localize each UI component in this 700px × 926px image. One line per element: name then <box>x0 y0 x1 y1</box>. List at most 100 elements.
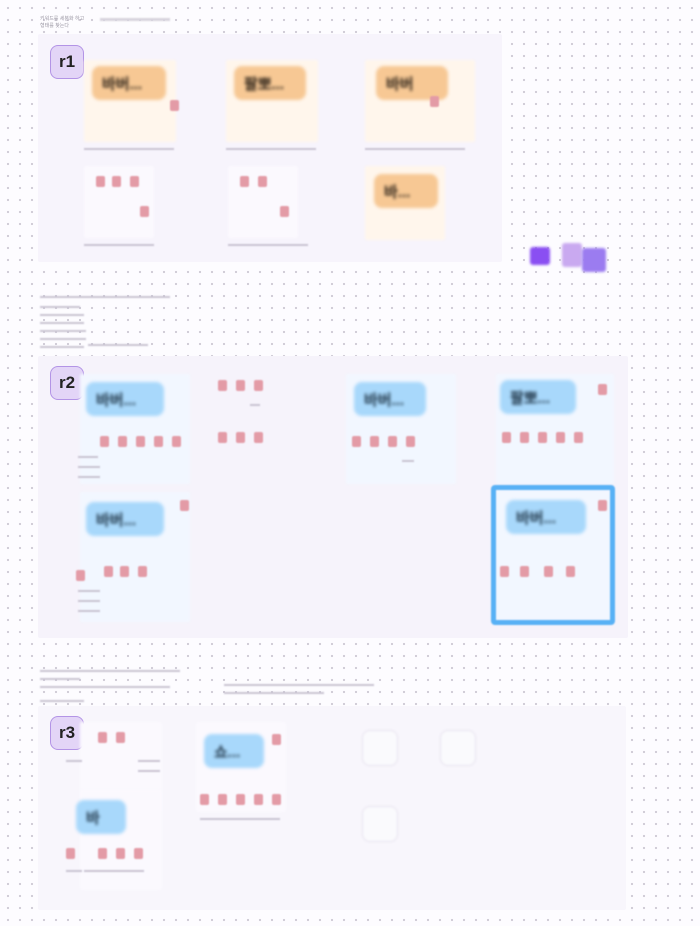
thumbnail <box>236 794 245 805</box>
caption-line <box>66 870 82 872</box>
sticky-note[interactable]: 바 <box>76 800 126 834</box>
caption-line <box>78 610 100 612</box>
header-line-2: 형태를 찾는다 <box>40 23 69 29</box>
sticky-note[interactable]: 쇼... <box>204 734 264 768</box>
thumbnail <box>66 848 75 859</box>
thumbnail <box>76 570 85 581</box>
sticker-image[interactable] <box>562 243 582 267</box>
thumbnail <box>218 432 227 443</box>
thumbnail <box>112 176 121 187</box>
description-line <box>40 306 80 308</box>
thumbnail <box>118 436 127 447</box>
caption-line <box>226 148 316 150</box>
thumbnail <box>254 432 263 443</box>
caption-line <box>78 590 100 592</box>
sticky-note[interactable]: 팔뽀... <box>234 66 306 100</box>
thumbnail <box>254 794 263 805</box>
thumbnail <box>104 566 113 577</box>
thumbnail <box>136 436 145 447</box>
thumbnail <box>272 734 281 745</box>
sticky-note[interactable]: 팔뽀... <box>500 380 576 414</box>
caption-line <box>66 760 82 762</box>
thumbnail <box>254 380 263 391</box>
thumbnail <box>598 500 607 511</box>
thumbnail <box>544 566 553 577</box>
description-line <box>40 338 86 340</box>
thumbnail <box>134 848 143 859</box>
thumbnail <box>370 436 379 447</box>
caption-line <box>84 870 144 872</box>
sticky-note[interactable]: 바버... <box>86 502 164 536</box>
sticker-image[interactable] <box>530 247 550 265</box>
caption-line <box>78 476 100 478</box>
sticker-image[interactable] <box>582 248 606 272</box>
caption-line <box>78 466 100 468</box>
thumbnail <box>154 436 163 447</box>
thumbnail <box>430 96 439 107</box>
thumbnail <box>388 436 397 447</box>
thumbnail <box>96 176 105 187</box>
empty-placeholder[interactable] <box>362 730 398 766</box>
sticky-note[interactable]: 바버 <box>376 66 448 100</box>
description-line <box>40 314 84 316</box>
description-line <box>40 670 180 672</box>
caption-line <box>78 600 100 602</box>
description-line <box>224 684 374 686</box>
caption-line <box>228 244 308 246</box>
thumbnail <box>116 732 125 743</box>
thumbnail <box>240 176 249 187</box>
caption-line <box>138 770 160 772</box>
description-line <box>40 322 84 324</box>
thumbnail <box>236 432 245 443</box>
description-line <box>88 344 148 346</box>
thumbnail <box>502 432 511 443</box>
thumbnail <box>172 436 181 447</box>
header-blur-line <box>100 18 170 21</box>
description-line <box>40 296 170 298</box>
description-line <box>40 700 84 702</box>
description-line <box>40 686 170 688</box>
thumbnail <box>566 566 575 577</box>
selected-frame-highlight[interactable] <box>491 485 615 625</box>
empty-placeholder[interactable] <box>362 806 398 842</box>
thumbnail <box>272 794 281 805</box>
thumbnail <box>180 500 189 511</box>
description-line <box>224 692 324 694</box>
thumbnail <box>140 206 149 217</box>
section-badge-r3[interactable]: r3 <box>50 716 84 750</box>
thumbnail <box>520 566 529 577</box>
thumbnail <box>598 384 607 395</box>
caption-line <box>200 818 280 820</box>
thumbnail <box>138 566 147 577</box>
thumbnail <box>236 380 245 391</box>
sticky-note[interactable]: 바버... <box>92 66 166 100</box>
thumbnail <box>520 432 529 443</box>
section-badge-r2[interactable]: r2 <box>50 366 84 400</box>
sticky-note[interactable]: 바버... <box>86 382 164 416</box>
empty-placeholder[interactable] <box>440 730 476 766</box>
thumbnail <box>98 732 107 743</box>
caption-line <box>365 148 465 150</box>
section-badge-r1[interactable]: r1 <box>50 45 84 79</box>
thumbnail <box>200 794 209 805</box>
thumbnail <box>100 436 109 447</box>
caption-line <box>250 404 260 406</box>
thumbnail <box>258 176 267 187</box>
caption-line <box>402 460 414 462</box>
sticky-note[interactable]: 바... <box>374 174 438 208</box>
thumbnail <box>538 432 547 443</box>
sticky-note[interactable]: 바버... <box>354 382 426 416</box>
thumbnail <box>574 432 583 443</box>
description-line <box>40 678 80 680</box>
caption-line <box>138 760 160 762</box>
thumbnail <box>120 566 129 577</box>
thumbnail <box>98 848 107 859</box>
description-line <box>40 330 86 332</box>
description-line <box>40 346 84 348</box>
thumbnail <box>170 100 179 111</box>
thumbnail <box>218 794 227 805</box>
thumbnail <box>218 380 227 391</box>
thumbnail <box>116 848 125 859</box>
thumbnail <box>280 206 289 217</box>
caption-line <box>84 244 154 246</box>
